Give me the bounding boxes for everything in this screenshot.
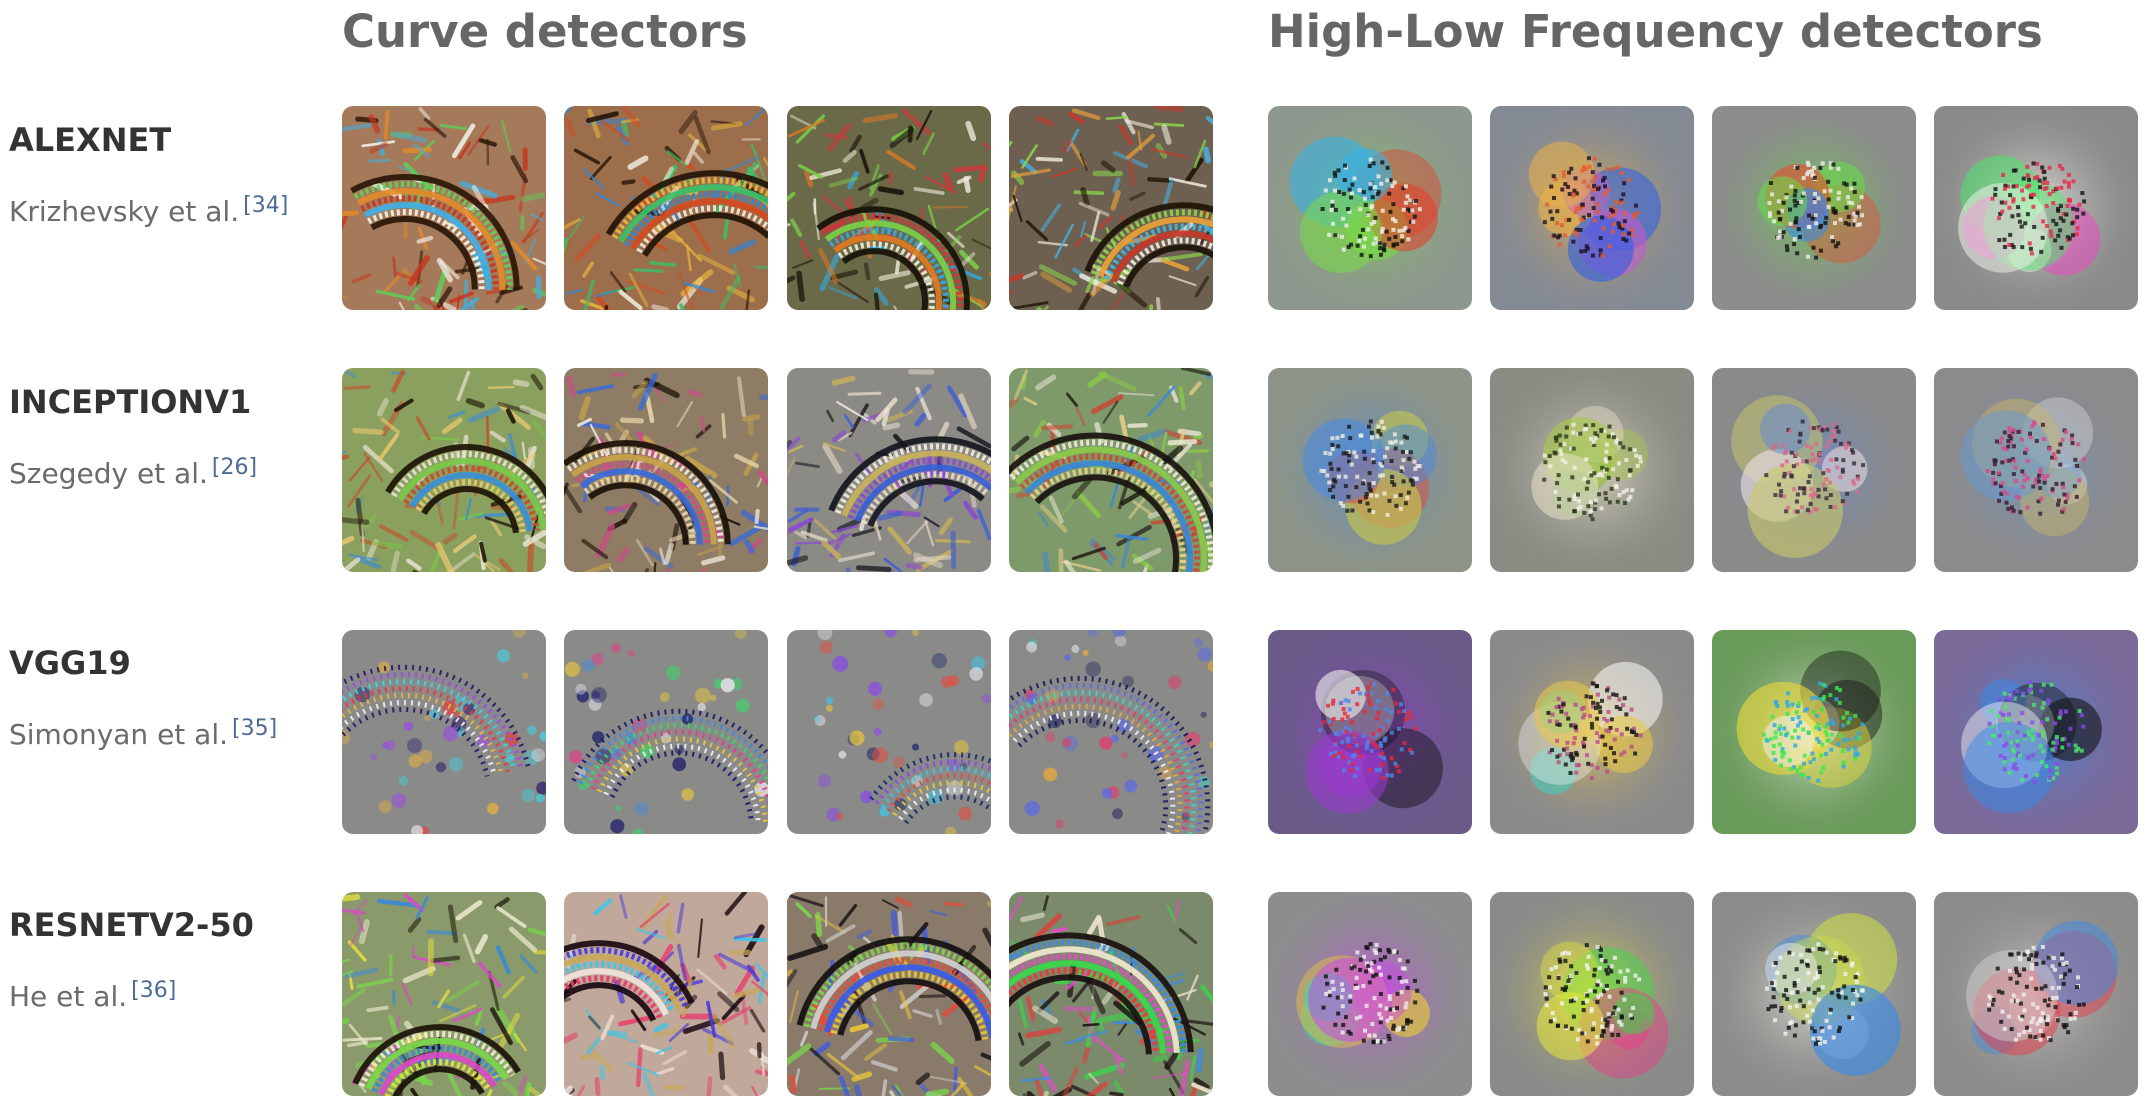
feature-visualization-image xyxy=(1490,630,1694,834)
curve-detector-tile xyxy=(1009,368,1213,572)
feature-visualization-image xyxy=(1712,106,1916,310)
model-name: RESNETV2-50 xyxy=(9,906,254,944)
authors-text: Szegedy et al. xyxy=(9,457,208,490)
high-low-frequency-tile xyxy=(1268,630,1472,834)
model-label-alexnet: ALEXNET Krizhevsky et al. [34] xyxy=(9,118,329,232)
feature-visualization-image xyxy=(1268,630,1472,834)
authors-text: He et al. xyxy=(9,980,128,1013)
feature-visualization-image xyxy=(564,630,768,834)
feature-visualization-image xyxy=(787,892,991,1096)
feature-visualization-image xyxy=(1009,892,1213,1096)
curve-detector-tile xyxy=(564,106,768,310)
high-low-frequency-tile xyxy=(1490,892,1694,1096)
feature-visualization-image xyxy=(1934,368,2138,572)
feature-visualization-image xyxy=(787,106,991,310)
curve-detector-tile xyxy=(342,368,546,572)
authors-text: Simonyan et al. xyxy=(9,718,229,751)
curve-detector-tile xyxy=(342,630,546,834)
feature-visualization-image xyxy=(1490,892,1694,1096)
feature-visualization-image xyxy=(1268,106,1472,310)
model-citation: He et al. [36] xyxy=(9,971,329,1017)
feature-visualization-image xyxy=(1712,368,1916,572)
feature-visualization-image xyxy=(787,368,991,572)
high-low-frequency-tile xyxy=(1712,368,1916,572)
feature-visualization-image xyxy=(1268,368,1472,572)
model-citation: Krizhevsky et al. [34] xyxy=(9,186,329,232)
model-label-vgg19: VGG19 Simonyan et al. [35] xyxy=(9,641,329,755)
model-name: VGG19 xyxy=(9,644,131,682)
feature-visualization-image xyxy=(1934,630,2138,834)
curve-detector-tile xyxy=(342,892,546,1096)
feature-visualization-image xyxy=(1009,630,1213,834)
model-citation: Szegedy et al. [26] xyxy=(9,448,329,494)
feature-visualization-image xyxy=(564,892,768,1096)
high-low-frequency-tile xyxy=(1712,892,1916,1096)
feature-visualization-image xyxy=(1009,368,1213,572)
curve-detector-tile xyxy=(787,106,991,310)
model-name: INCEPTIONV1 xyxy=(9,383,252,421)
curve-detector-tile xyxy=(564,368,768,572)
model-label-inceptionv1: INCEPTIONV1 Szegedy et al. [26] xyxy=(9,380,329,494)
high-low-frequency-tile xyxy=(1268,106,1472,310)
feature-visualization-image xyxy=(342,368,546,572)
high-low-frequency-tile xyxy=(1934,106,2138,310)
authors-text: Krizhevsky et al. xyxy=(9,195,240,228)
curve-detector-tile xyxy=(1009,630,1213,834)
reference-link[interactable]: [36] xyxy=(131,978,176,1003)
reference-link[interactable]: [35] xyxy=(232,716,277,741)
model-name: ALEXNET xyxy=(9,121,172,159)
feature-visualization-image xyxy=(1268,892,1472,1096)
feature-visualization-image xyxy=(1490,368,1694,572)
feature-visualization-image xyxy=(1712,892,1916,1096)
high-low-frequency-tile xyxy=(1934,368,2138,572)
reference-link[interactable]: [26] xyxy=(212,455,257,480)
curve-detector-tile xyxy=(342,106,546,310)
high-low-frequency-detectors-title: High-Low Frequency detectors xyxy=(1268,5,2043,58)
reference-link[interactable]: [34] xyxy=(243,193,288,218)
high-low-frequency-tile xyxy=(1712,630,1916,834)
feature-visualization-image xyxy=(1934,892,2138,1096)
high-low-frequency-tile xyxy=(1268,368,1472,572)
high-low-frequency-tile xyxy=(1712,106,1916,310)
high-low-frequency-tile xyxy=(1490,630,1694,834)
curve-detector-tile xyxy=(1009,106,1213,310)
feature-visualization-image xyxy=(1934,106,2138,310)
curve-detector-tile xyxy=(1009,892,1213,1096)
curve-detectors-title: Curve detectors xyxy=(342,5,748,58)
feature-visualization-image xyxy=(342,892,546,1096)
high-low-frequency-tile xyxy=(1490,106,1694,310)
high-low-frequency-tile xyxy=(1268,892,1472,1096)
feature-visualization-image xyxy=(564,106,768,310)
feature-visualization-image xyxy=(564,368,768,572)
model-citation: Simonyan et al. [35] xyxy=(9,709,329,755)
feature-visualization-image xyxy=(1490,106,1694,310)
curve-detector-tile xyxy=(564,892,768,1096)
curve-detector-tile xyxy=(787,892,991,1096)
curve-detector-tile xyxy=(787,630,991,834)
model-label-resnetv2-50: RESNETV2-50 He et al. [36] xyxy=(9,903,329,1017)
feature-visualization-image xyxy=(342,106,546,310)
high-low-frequency-tile xyxy=(1934,630,2138,834)
feature-visualization-image xyxy=(1712,630,1916,834)
high-low-frequency-tile xyxy=(1490,368,1694,572)
feature-visualization-image xyxy=(1009,106,1213,310)
feature-visualization-image xyxy=(787,630,991,834)
feature-visualization-image xyxy=(342,630,546,834)
high-low-frequency-tile xyxy=(1934,892,2138,1096)
curve-detector-tile xyxy=(564,630,768,834)
curve-detector-tile xyxy=(787,368,991,572)
